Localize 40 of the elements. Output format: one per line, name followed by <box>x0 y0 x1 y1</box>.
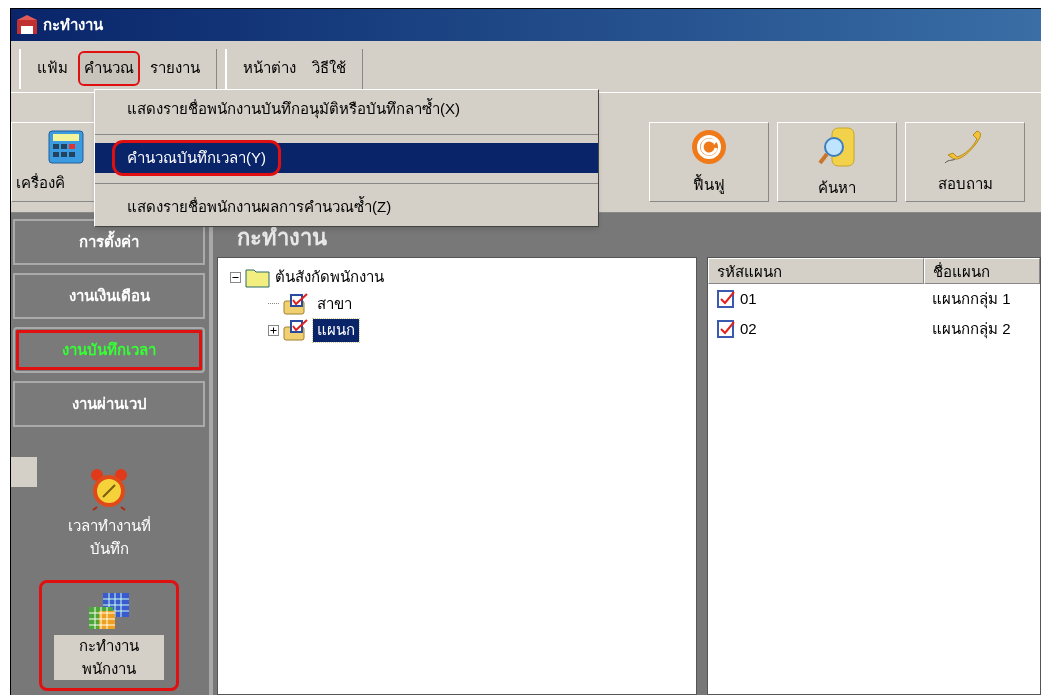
checked-folder-icon <box>283 319 309 342</box>
toolbar-button[interactable]: ค้นหา <box>777 122 897 202</box>
shortcut-label: กะทำงานพนักงาน <box>54 635 164 680</box>
window-title: กะทำงาน <box>43 14 103 35</box>
tree-item[interactable]: สาขา <box>313 292 356 315</box>
checked-document-icon <box>716 319 736 339</box>
shortcut-label: เวลาทำงานที่บันทึก <box>66 515 152 559</box>
shortcut-item[interactable]: เวลาทำงานที่บันทึก <box>42 459 176 568</box>
menu-item[interactable]: คำนวณ <box>80 53 138 84</box>
menu-item[interactable]: รายงาน <box>146 53 204 84</box>
dropdown-menu-item[interactable]: คำนวณบันทึกเวลา(Y) <box>95 143 598 173</box>
shortcut-item[interactable]: กะทำงานพนักงาน <box>39 580 179 691</box>
toolbar-button[interactable]: ฟื้นฟู <box>649 122 769 202</box>
tree-item[interactable]: แผนก <box>313 319 359 342</box>
table-cell-text: แผนกกลุ่ม 1 <box>931 288 1012 311</box>
checked-folder-icon <box>283 292 309 315</box>
dropdown-menu-item[interactable]: แสดงรายชื่อพนักงานบันทึกอนุมัติหรือบันทึกลาซ้ำ(X) <box>95 94 598 124</box>
tree-item[interactable]: ต้นสังกัดพนักงาน <box>275 266 384 289</box>
folder-icon <box>245 266 271 289</box>
schedule-grid-icon <box>87 591 131 631</box>
column-header[interactable]: รหัสแผนก <box>708 258 924 284</box>
collapse-icon[interactable] <box>230 271 241 283</box>
table-cell-text: แผนกกลุ่ม 2 <box>931 318 1012 341</box>
menu-item[interactable]: วิธีใช้ <box>308 53 350 84</box>
table-cell-text: 01 <box>740 288 757 309</box>
search-icon <box>818 124 856 169</box>
table-cell-text: 02 <box>740 318 757 339</box>
column-header[interactable]: ชื่อแผนก <box>924 258 1040 284</box>
sidebar-section-button[interactable]: งานเงินเดือน <box>13 273 205 319</box>
panel-title: กะทำงาน <box>236 224 328 252</box>
toolbar-button[interactable]: สอบถาม <box>905 122 1025 202</box>
refresh-icon <box>690 127 728 166</box>
menu-item[interactable]: แฟ้ม <box>33 53 72 84</box>
expand-icon[interactable] <box>268 324 279 336</box>
sidebar-section-button[interactable]: การตั้งค่า <box>13 219 205 265</box>
sidebar-section-button[interactable]: งานผ่านเวป <box>13 381 205 427</box>
checked-document-icon <box>716 289 736 309</box>
calculator-icon <box>48 129 84 164</box>
app-icon <box>15 14 39 36</box>
menu-item[interactable]: หน้าต่าง <box>239 53 300 84</box>
